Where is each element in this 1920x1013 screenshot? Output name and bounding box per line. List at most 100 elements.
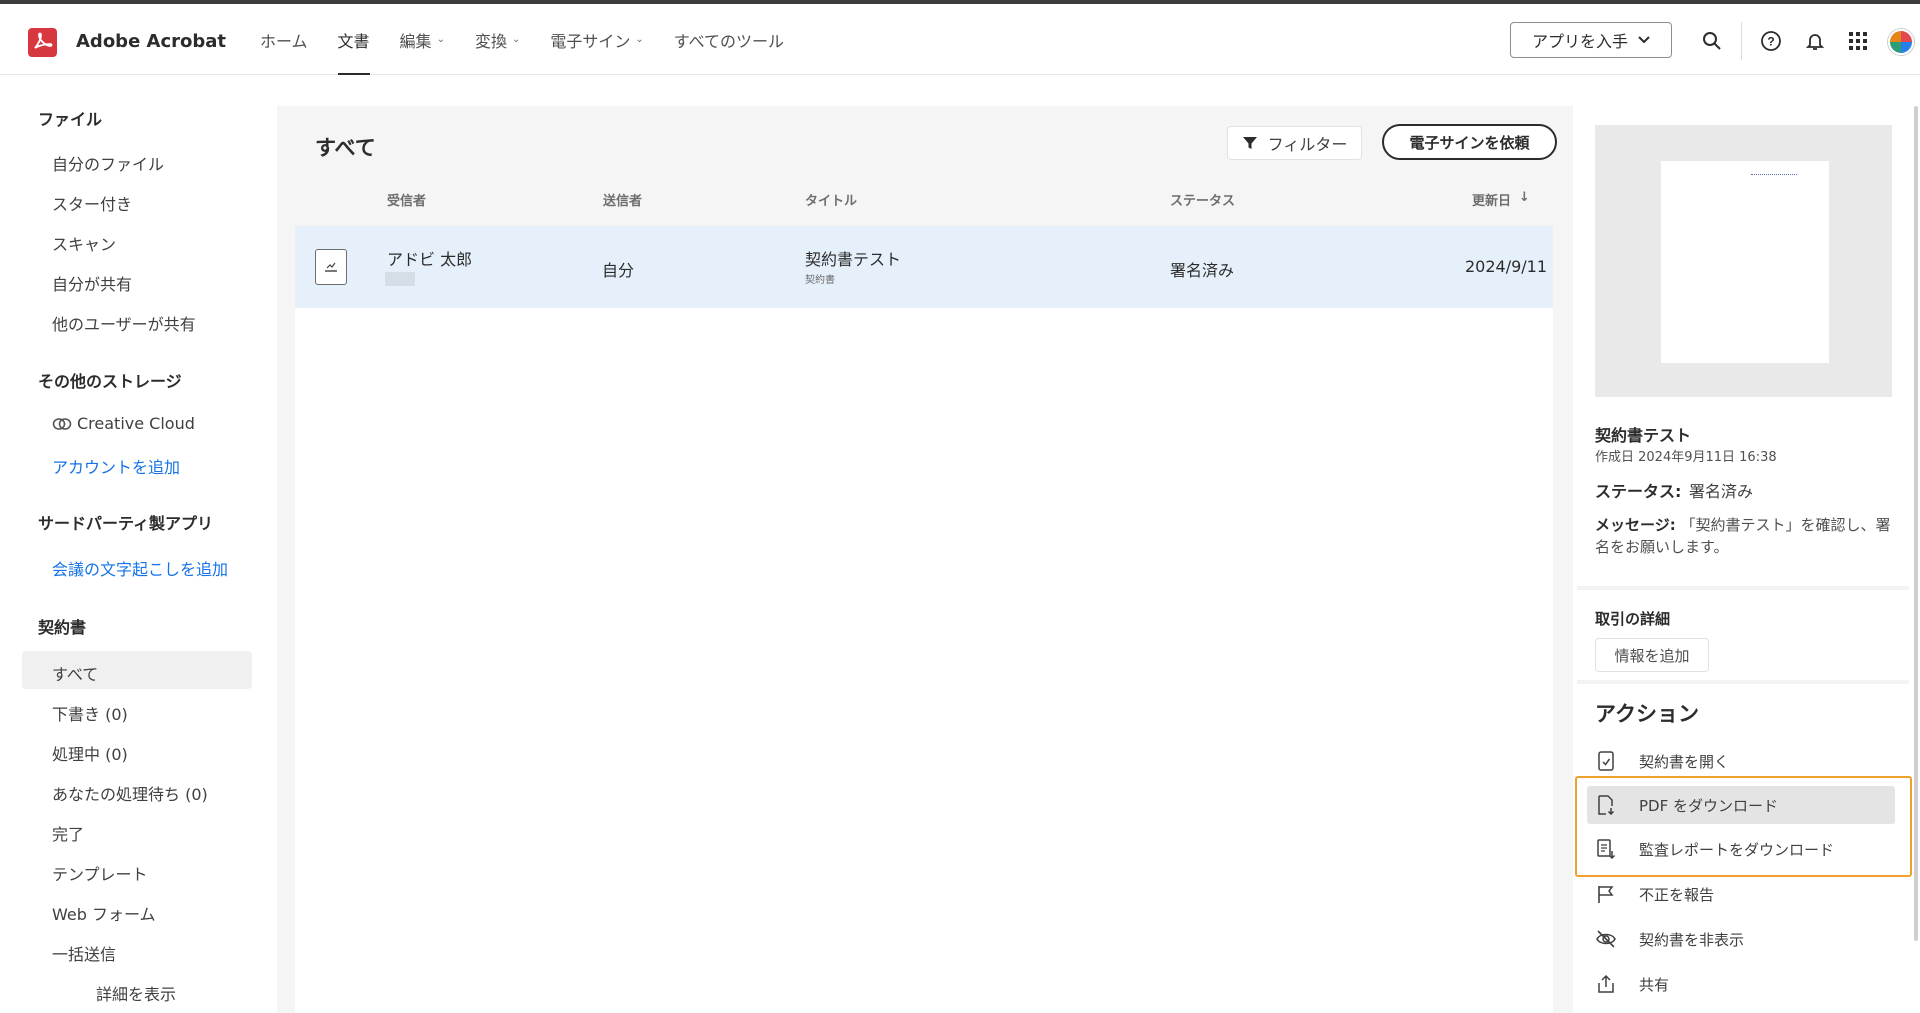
action-open-agreement[interactable]: 契約書を開く bbox=[1595, 742, 1905, 780]
add-account-link[interactable]: アカウントを追加 bbox=[52, 454, 180, 478]
chevron-down-icon bbox=[1638, 36, 1650, 44]
deal-details-title: 取引の詳細 bbox=[1595, 610, 1671, 628]
table-row[interactable]: アドビ 太郎 自分 契約書テスト 契約書 署名済み 2024/9/11 bbox=[295, 226, 1553, 308]
section-divider bbox=[1577, 586, 1909, 590]
creative-cloud-label: Creative Cloud bbox=[77, 414, 195, 433]
share-icon bbox=[1595, 973, 1617, 995]
app-name[interactable]: Adobe Acrobat bbox=[76, 31, 226, 52]
request-signature-button[interactable]: 電子サインを依頼 bbox=[1382, 124, 1557, 160]
acrobat-logo-icon[interactable] bbox=[28, 28, 57, 57]
page-title: すべて bbox=[315, 136, 376, 160]
details-created-date: 作成日 2024年9月11日 16:38 bbox=[1595, 450, 1777, 465]
filter-label: フィルター bbox=[1267, 135, 1348, 154]
filter-button[interactable]: フィルター bbox=[1227, 126, 1362, 160]
column-header-recipient[interactable]: 受信者 bbox=[387, 190, 426, 209]
details-title: 契約書テスト bbox=[1595, 426, 1692, 445]
help-icon[interactable]: ? bbox=[1759, 29, 1783, 53]
nav-label: ホーム bbox=[260, 31, 308, 51]
search-icon[interactable] bbox=[1700, 29, 1724, 53]
row-title: 契約書テスト bbox=[805, 250, 902, 269]
column-header-title[interactable]: タイトル bbox=[805, 190, 857, 209]
sidebar-item-all[interactable]: すべて bbox=[52, 661, 98, 685]
action-label: 不正を報告 bbox=[1639, 885, 1715, 904]
row-sender: 自分 bbox=[602, 261, 635, 280]
column-header-updated[interactable]: 更新日 ↓ bbox=[1472, 190, 1530, 209]
column-header-status[interactable]: ステータス bbox=[1170, 190, 1235, 209]
signed-document-icon bbox=[315, 249, 347, 285]
row-status: 署名済み bbox=[1170, 261, 1235, 280]
row-updated: 2024/9/11 bbox=[1465, 257, 1548, 276]
nav-convert[interactable]: 変換 ⌄ bbox=[475, 4, 520, 75]
nav-label: すべてのツール bbox=[673, 31, 785, 51]
files-section-title: ファイル bbox=[38, 110, 103, 129]
report-download-icon bbox=[1595, 838, 1617, 860]
sidebar-item-starred[interactable]: スター付き bbox=[52, 191, 132, 215]
nav-home[interactable]: ホーム bbox=[260, 4, 308, 75]
nav-documents[interactable]: 文書 bbox=[337, 4, 370, 75]
details-status-value: 署名済み bbox=[1689, 482, 1754, 501]
action-share[interactable]: 共有 bbox=[1595, 965, 1905, 1003]
details-panel: 契約書テスト 作成日 2024年9月11日 16:38 ステータス: 署名済み … bbox=[1573, 106, 1913, 1013]
agreements-list-panel: すべて フィルター 電子サインを依頼 受信者 送信者 タイトル ステータス 更新… bbox=[277, 106, 1573, 1013]
sidebar-item-scans[interactable]: スキャン bbox=[52, 231, 116, 255]
action-label: PDF をダウンロード bbox=[1639, 796, 1778, 815]
apps-grid-icon[interactable] bbox=[1846, 29, 1870, 53]
details-scrollbar[interactable] bbox=[1914, 106, 1918, 941]
action-hide-agreement[interactable]: 契約書を非表示 bbox=[1595, 920, 1905, 958]
row-recipient: アドビ 太郎 bbox=[387, 250, 473, 269]
header-divider bbox=[1741, 22, 1742, 60]
updated-label: 更新日 bbox=[1472, 194, 1512, 209]
sidebar-item-shared-by-you[interactable]: 自分が共有 bbox=[52, 271, 132, 295]
add-info-button[interactable]: 情報を追加 bbox=[1595, 638, 1709, 672]
column-header-sender[interactable]: 送信者 bbox=[603, 190, 642, 209]
nav-label: 電子サイン bbox=[550, 31, 631, 51]
action-label: 共有 bbox=[1639, 975, 1670, 994]
section-divider bbox=[1577, 680, 1909, 684]
pdf-download-icon bbox=[1595, 794, 1617, 816]
storage-section-title: その他のストレージ bbox=[38, 372, 182, 391]
app-header: Adobe Acrobat ホーム 文書 編集 ⌄ 変換 ⌄ 電子サイン ⌄ すべての… bbox=[0, 4, 1920, 75]
chevron-down-icon: ⌄ bbox=[635, 34, 644, 45]
preview-text-mark bbox=[1751, 174, 1797, 178]
sidebar-item-shared-by-others[interactable]: 他のユーザーが共有 bbox=[52, 311, 196, 335]
action-download-pdf[interactable]: PDF をダウンロード bbox=[1587, 786, 1895, 824]
filter-icon bbox=[1242, 137, 1257, 149]
agreements-section-title: 契約書 bbox=[38, 618, 87, 637]
chevron-down-icon: ⌄ bbox=[436, 34, 445, 45]
sidebar-item-in-progress[interactable]: 処理中 (0) bbox=[52, 741, 128, 765]
action-download-audit-report[interactable]: 監査レポートをダウンロード bbox=[1595, 830, 1905, 868]
details-status-label: ステータス: bbox=[1595, 482, 1682, 501]
sidebar-item-completed[interactable]: 完了 bbox=[52, 821, 84, 845]
nav-label: 文書 bbox=[337, 31, 370, 51]
nav-esign[interactable]: 電子サイン ⌄ bbox=[550, 4, 643, 75]
sidebar-item-draft[interactable]: 下書き (0) bbox=[52, 701, 128, 725]
nav-all-tools[interactable]: すべてのツール bbox=[674, 4, 784, 75]
avatar[interactable] bbox=[1888, 29, 1914, 55]
sidebar-item-waiting-for-you[interactable]: あなたの処理待ち (0) bbox=[52, 781, 208, 805]
hide-eye-icon bbox=[1595, 928, 1617, 950]
document-preview[interactable] bbox=[1595, 125, 1892, 397]
sidebar-item-templates[interactable]: テンプレート bbox=[52, 861, 148, 885]
nav-edit[interactable]: 編集 ⌄ bbox=[400, 4, 445, 75]
sidebar-item-bulk-send[interactable]: 一括送信 bbox=[52, 941, 116, 965]
chevron-down-icon: ⌄ bbox=[511, 34, 521, 45]
actions-title: アクション bbox=[1595, 702, 1699, 726]
sidebar-item-creative-cloud[interactable]: Creative Cloud bbox=[52, 414, 195, 433]
action-label: 契約書を開く bbox=[1639, 752, 1730, 771]
bell-icon[interactable] bbox=[1803, 29, 1827, 53]
get-app-label: アプリを入手 bbox=[1531, 32, 1628, 51]
action-report-abuse[interactable]: 不正を報告 bbox=[1595, 875, 1905, 913]
message-label: メッセージ: bbox=[1595, 516, 1676, 534]
main-nav: ホーム 文書 編集 ⌄ 変換 ⌄ 電子サイン ⌄ すべてのツール bbox=[260, 4, 814, 75]
details-message: メッセージ: 「契約書テスト」を確認し、署名をお願いします。 bbox=[1595, 514, 1895, 558]
add-transcription-link[interactable]: 会議の文字起こしを追加 bbox=[52, 556, 228, 580]
flag-icon bbox=[1595, 883, 1617, 905]
preview-page bbox=[1661, 161, 1829, 363]
creative-cloud-icon bbox=[52, 417, 72, 430]
get-app-button[interactable]: アプリを入手 bbox=[1510, 22, 1672, 58]
sidebar-item-web-forms[interactable]: Web フォーム bbox=[52, 901, 156, 925]
open-document-icon bbox=[1595, 750, 1617, 772]
action-label: 契約書を非表示 bbox=[1639, 930, 1745, 949]
sidebar-item-my-files[interactable]: 自分のファイル bbox=[52, 151, 164, 175]
show-details-link[interactable]: 詳細を表示 bbox=[96, 981, 176, 1005]
